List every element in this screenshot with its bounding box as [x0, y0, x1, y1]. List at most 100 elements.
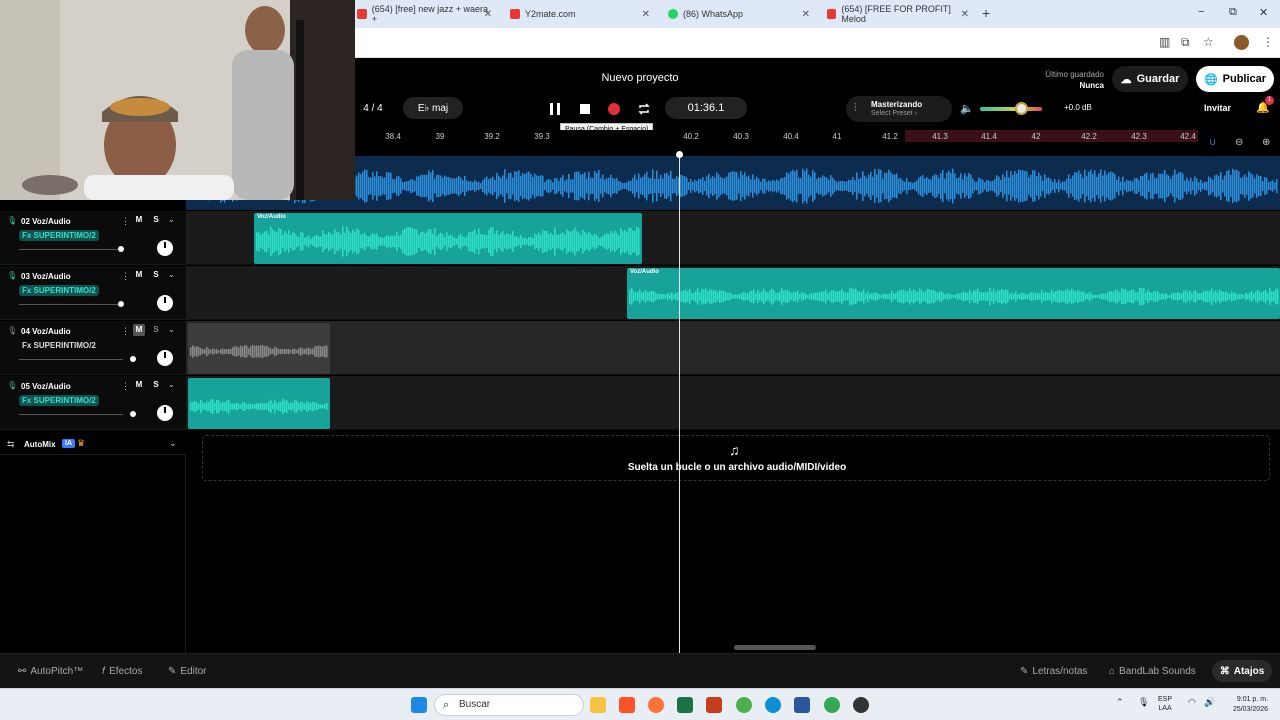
maximize-button[interactable]: ⧉ — [1229, 6, 1237, 19]
brave-browser-icon[interactable] — [619, 697, 635, 713]
profile-avatar[interactable] — [1234, 35, 1249, 50]
chevron-down-icon[interactable]: ⌄ — [169, 438, 177, 449]
close-tab-icon[interactable]: ✕ — [802, 9, 810, 20]
chrome-icon[interactable] — [736, 697, 752, 713]
audio-clip-muted[interactable] — [188, 323, 330, 374]
playhead[interactable] — [679, 153, 680, 653]
loop-button[interactable] — [633, 98, 655, 120]
zoom-in-icon[interactable]: ⊕ — [1262, 137, 1270, 148]
zoom-out-icon[interactable]: ⊖ — [1235, 137, 1243, 148]
pan-knob[interactable] — [157, 405, 173, 421]
browser-tab-1[interactable]: (654) [free] new jazz + waera + ✕ — [357, 4, 492, 24]
track-name[interactable]: 04 Voz/Audio — [21, 327, 71, 336]
solo-button[interactable]: S — [150, 379, 162, 391]
chevron-down-icon[interactable]: ⌄ — [168, 380, 175, 389]
volume-icon[interactable]: 🔊 — [1204, 697, 1215, 708]
track-lane-04[interactable] — [186, 321, 1280, 375]
timeline-ruler[interactable]: 38.4 39 39.2 39.3 40.2 40.3 40.4 41 41.2… — [355, 130, 1280, 156]
new-tab-button[interactable]: + — [982, 5, 990, 21]
record-button[interactable] — [603, 98, 625, 120]
loop-region[interactable] — [905, 130, 1198, 142]
time-signature[interactable]: 4 / 4 — [355, 97, 391, 119]
speaker-mute-icon[interactable]: 🔈 — [960, 102, 974, 115]
volume-fader[interactable] — [19, 304, 123, 305]
pan-knob[interactable] — [157, 295, 173, 311]
track-header-05[interactable]: 🎙 05 Voz/Audio ⋮ M S ⌄ Fx SUPERINTIMO/2 — [0, 376, 186, 430]
solo-button[interactable]: S — [150, 324, 162, 336]
key-selector[interactable]: E♭ maj — [403, 97, 463, 119]
magnet-snap-icon[interactable]: ∪ — [1209, 137, 1216, 148]
mastering-button[interactable]: ⫶ Masterizando Select Preset › — [846, 96, 952, 122]
playhead-handle[interactable] — [676, 151, 683, 158]
track-menu-icon[interactable]: ⋮ — [121, 381, 130, 392]
word-icon[interactable] — [794, 697, 810, 713]
wifi-icon[interactable]: ◠ — [1188, 697, 1196, 708]
track-name[interactable]: 02 Voz/Audio — [21, 217, 71, 226]
invite-button[interactable]: Invitar — [1204, 103, 1231, 113]
volume-fader[interactable] — [19, 249, 123, 250]
effects-button[interactable]: 𝑓 Efectos — [102, 666, 142, 677]
track-header-04[interactable]: 🎙 04 Voz/Audio ⋮ M S ⌄ Fx SUPERINTIMO/2 — [0, 321, 186, 375]
microphone-tray-icon[interactable]: 🎙 — [1138, 697, 1149, 708]
sidebar-icon[interactable]: ▥ — [1159, 35, 1170, 49]
install-app-icon[interactable]: ⧉ — [1181, 35, 1190, 50]
track-lane-05[interactable] — [186, 376, 1280, 430]
track-name[interactable]: 03 Voz/Audio — [21, 272, 71, 281]
bookmark-star-icon[interactable]: ☆ — [1203, 35, 1214, 49]
stop-button[interactable] — [574, 98, 596, 120]
audio-clip[interactable]: Voz/Audio — [254, 213, 642, 264]
fx-badge[interactable]: Fx SUPERINTIMO/2 — [19, 340, 99, 351]
browser-tab-3[interactable]: (86) WhatsApp ✕ — [668, 4, 810, 24]
browser-tab-4[interactable]: (654) [FREE FOR PROFIT] Melod ✕ — [827, 4, 969, 24]
master-volume-knob[interactable] — [1015, 102, 1028, 115]
tray-chevron-icon[interactable]: ⌃ — [1116, 697, 1124, 708]
language-indicator[interactable]: ESP LAA — [1158, 695, 1172, 713]
pan-knob[interactable] — [157, 240, 173, 256]
solo-button[interactable]: S — [150, 214, 162, 226]
windows-start-icon[interactable] — [411, 697, 427, 713]
pause-button[interactable] — [544, 98, 566, 120]
mute-button[interactable]: M — [133, 214, 145, 226]
taskbar-search[interactable]: ⌕ Buscar — [434, 694, 584, 716]
browser-menu-icon[interactable]: ⋮ — [1262, 35, 1274, 49]
chrome-profile-icon[interactable] — [824, 697, 840, 713]
track-menu-icon[interactable]: ⋮ — [121, 216, 130, 227]
taskbar-clock[interactable]: 9:01 p. m. 25/03/2026 — [1226, 695, 1268, 715]
fx-badge[interactable]: Fx SUPERINTIMO/2 — [19, 395, 99, 406]
file-explorer-icon[interactable] — [590, 697, 606, 713]
close-tab-icon[interactable]: ✕ — [484, 9, 492, 20]
chevron-down-icon[interactable]: ⌄ — [168, 325, 175, 334]
volume-fader-knob[interactable] — [118, 301, 124, 307]
volume-fader-knob[interactable] — [130, 411, 136, 417]
track-lane-03[interactable]: Voz/Audio — [186, 266, 1280, 320]
close-tab-icon[interactable]: ✕ — [961, 9, 969, 20]
time-display[interactable]: 01:36.1 — [665, 97, 747, 119]
project-title[interactable]: Nuevo proyecto — [540, 72, 740, 84]
master-volume-slider[interactable] — [980, 107, 1042, 111]
track-header-03[interactable]: 🎙 03 Voz/Audio ⋮ M S ⌄ Fx SUPERINTIMO/2 — [0, 266, 186, 320]
solo-button[interactable]: S — [150, 269, 162, 281]
volume-fader-knob[interactable] — [118, 246, 124, 252]
volume-fader[interactable] — [19, 414, 123, 415]
save-button[interactable]: ☁ Guardar — [1112, 66, 1188, 92]
close-window-button[interactable]: ✕ — [1259, 6, 1268, 19]
app-icon[interactable] — [853, 697, 869, 713]
fx-badge[interactable]: Fx SUPERINTIMO/2 — [19, 285, 99, 296]
lyrics-button[interactable]: ✎ Letras/notas — [1020, 666, 1087, 677]
mute-button[interactable]: M — [133, 269, 145, 281]
bandlab-sounds-button[interactable]: ⌂ BandLab Sounds — [1109, 666, 1196, 677]
close-tab-icon[interactable]: ✕ — [642, 9, 650, 20]
track-lane-02[interactable]: Voz/Audio — [186, 211, 1280, 265]
track-header-02[interactable]: 🎙 02 Voz/Audio ⋮ M S ⌄ Fx SUPERINTIMO/2 — [0, 211, 186, 265]
chevron-down-icon[interactable]: ⌄ — [168, 215, 175, 224]
chevron-down-icon[interactable]: ⌄ — [168, 270, 175, 279]
track-menu-icon[interactable]: ⋮ — [121, 271, 130, 282]
autopitch-button[interactable]: ⚯ AutoPitch™ — [18, 666, 83, 677]
mute-button[interactable]: M — [133, 379, 145, 391]
excel-icon[interactable] — [677, 697, 693, 713]
pan-knob[interactable] — [157, 350, 173, 366]
publish-button[interactable]: 🌐 Publicar — [1196, 66, 1274, 92]
powerpoint-icon[interactable] — [706, 697, 722, 713]
automix-row[interactable]: ⇆ AutoMix IA ♛ ⌄ — [0, 435, 186, 455]
fx-badge[interactable]: Fx SUPERINTIMO/2 — [19, 230, 99, 241]
